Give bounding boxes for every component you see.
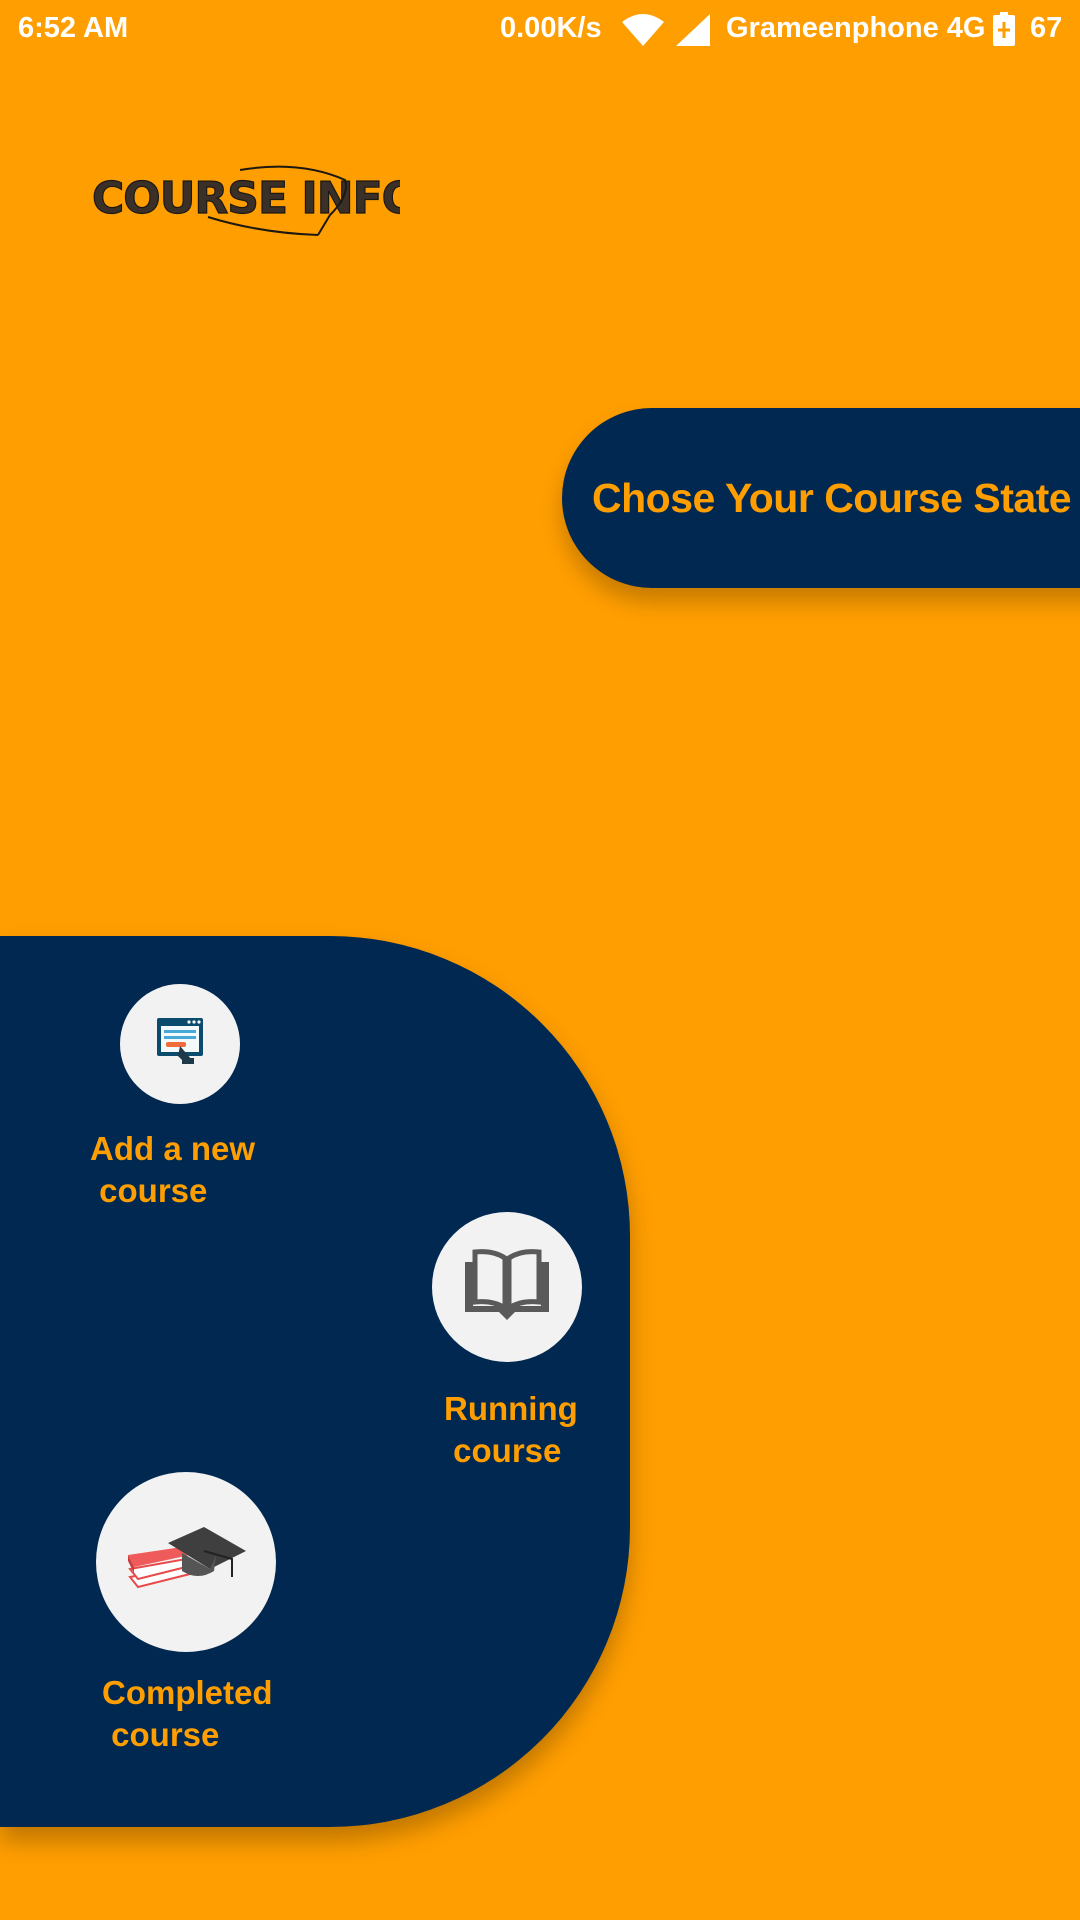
- course-state-prompt: Chose Your Course State: [562, 408, 1080, 588]
- completed-course-item[interactable]: Completed course: [0, 1466, 320, 1806]
- battery-charging-icon: [993, 12, 1015, 51]
- svg-text:COURSE INFO: COURSE INFO: [92, 173, 400, 224]
- course-info-logo: COURSE INFO: [90, 155, 420, 245]
- add-course-label: Add a new course: [90, 1130, 256, 1209]
- add-course-item[interactable]: Add a new course: [0, 936, 300, 1236]
- network-speed: 0.00K/s: [500, 12, 602, 44]
- running-course-label: Running course: [444, 1390, 578, 1469]
- add-course-icon: [152, 1014, 208, 1075]
- status-time: 6:52 AM: [18, 12, 129, 44]
- signal-icon: [676, 14, 710, 51]
- running-course-button[interactable]: [432, 1212, 582, 1362]
- status-bar: 6:52 AM 0.00K/s Grameenphone 4G 67: [0, 0, 1080, 60]
- add-course-button[interactable]: [120, 984, 240, 1104]
- carrier-name: Grameenphone 4G: [726, 12, 986, 44]
- completed-course-label: Completed course: [102, 1674, 273, 1753]
- course-menu-panel: Add a new course Running course Complete…: [0, 936, 630, 1827]
- open-book-icon: [461, 1248, 553, 1327]
- course-state-prompt-label: Chose Your Course State: [592, 475, 1072, 521]
- completed-course-button[interactable]: [96, 1472, 276, 1652]
- wifi-icon: [622, 14, 664, 51]
- battery-level: 67: [1030, 12, 1063, 44]
- running-course-item[interactable]: Running course: [400, 1176, 630, 1476]
- graduation-books-icon: [124, 1525, 248, 1600]
